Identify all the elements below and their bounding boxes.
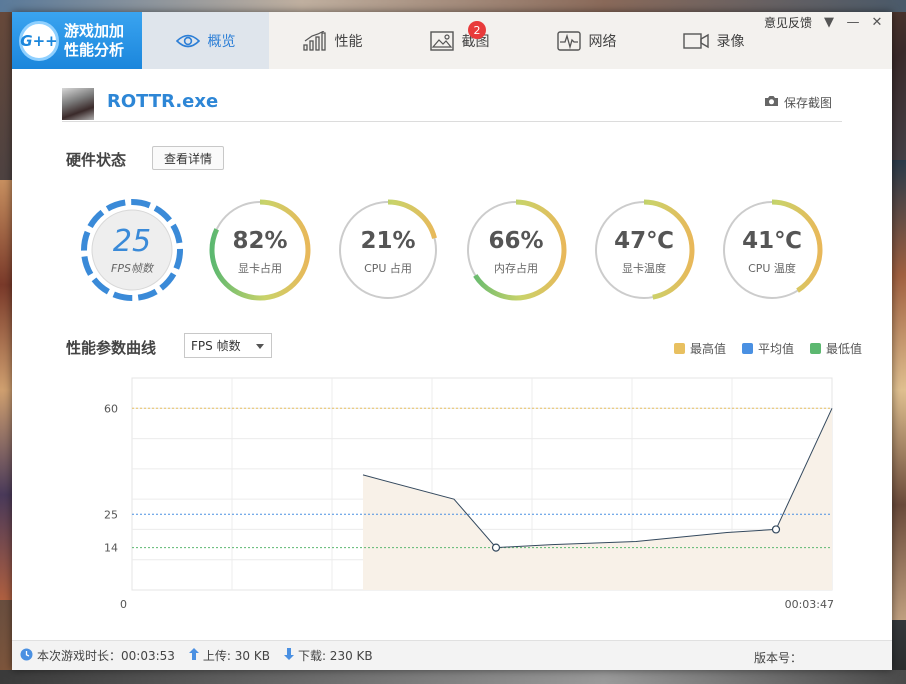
- gpu-temp-label: 显卡温度: [622, 262, 666, 275]
- legend-item-avg: 平均值: [741, 340, 794, 357]
- legend-label-max: 最高值: [689, 342, 726, 356]
- legend-label-avg: 平均值: [757, 342, 794, 356]
- desktop-backdrop-bottom: [0, 670, 906, 684]
- tab-screenshots[interactable]: 截图 2: [396, 12, 523, 69]
- legend-item-min: 最低值: [809, 340, 862, 357]
- cpu-temp-value: 41℃: [742, 228, 802, 254]
- image-icon: [429, 30, 454, 51]
- cpu-usage-label: CPU 占用: [364, 262, 412, 275]
- play-time: 本次游戏时长：00:03:53: [20, 647, 175, 664]
- logo-text: 游戏加加 性能分析: [64, 22, 140, 60]
- gpu-usage-value: 82%: [232, 228, 288, 254]
- download-stat: 下载: 230 KB: [283, 647, 373, 664]
- tab-network[interactable]: 网络: [523, 12, 650, 69]
- main-nav: 概览 性能 截图 2 网络 录像: [142, 12, 777, 69]
- download-label: 下载: 230 KB: [297, 649, 373, 663]
- y-tick-label: 25: [104, 508, 118, 521]
- pulse-icon: [556, 30, 581, 51]
- menu-dropdown-icon[interactable]: ▼: [822, 15, 836, 30]
- x-tick-label-start: 0: [120, 598, 127, 611]
- tab-recording-label: 录像: [716, 33, 745, 50]
- gpu-temp-gauge: 47℃ 显卡温度: [592, 198, 696, 302]
- gpu-usage-gauge: 82% 显卡占用: [208, 198, 312, 302]
- logo-line-1: 游戏加加: [64, 22, 125, 40]
- chart-legend: 最高值 平均值 最低值: [673, 340, 862, 357]
- app-window: G++ 游戏加加 性能分析 概览 性能 截图 2 网络 录像 意见反馈 ▼ — …: [12, 12, 892, 670]
- legend-swatch-avg: [741, 343, 753, 354]
- cpu-usage-gauge: 21% CPU 占用: [336, 198, 440, 302]
- memory-usage-value: 66%: [488, 228, 544, 254]
- metric-select-value: FPS 帧数: [191, 339, 241, 353]
- fps-chart: 14 25 60 0 00:03:47: [62, 370, 842, 620]
- status-bar: 本次游戏时长：00:03:53 上传: 30 KB 下载: 230 KB 版本号…: [12, 640, 892, 670]
- memory-usage-label: 内存占用: [494, 262, 538, 275]
- desktop-backdrop-top: [0, 0, 906, 12]
- clock-icon: [20, 648, 33, 664]
- desktop-backdrop-left: [0, 180, 12, 600]
- game-thumbnail: [62, 88, 94, 120]
- video-icon: [682, 32, 709, 50]
- chevron-down-icon: [256, 344, 264, 349]
- fps-label: FPS帧数: [111, 262, 153, 275]
- tab-overview[interactable]: 概览: [142, 12, 269, 69]
- performance-section-title: 性能参数曲线: [66, 339, 157, 357]
- data-point-marker: [491, 543, 501, 552]
- eye-icon: [175, 33, 200, 49]
- tab-overview-label: 概览: [207, 33, 236, 50]
- close-icon[interactable]: ✕: [870, 15, 884, 30]
- data-point-marker: [771, 525, 781, 534]
- legend-swatch-max: [673, 343, 685, 354]
- legend-label-min: 最低值: [825, 342, 862, 356]
- save-screenshot-label: 保存截图: [783, 96, 832, 110]
- memory-usage-gauge: 66% 内存占用: [464, 198, 568, 302]
- gpu-temp-value: 47℃: [614, 228, 674, 254]
- logo-line-2: 性能分析: [64, 41, 125, 59]
- feedback-link[interactable]: 意见反馈: [764, 14, 812, 31]
- tab-performance[interactable]: 性能: [269, 12, 396, 69]
- version-label: 版本号：: [753, 651, 802, 665]
- fps-gauge: 25 FPS帧数: [80, 198, 184, 302]
- desktop-backdrop-right: [892, 160, 906, 620]
- x-tick-label-end: 00:03:47: [785, 598, 834, 611]
- bar-chart-icon: [302, 30, 327, 51]
- upload-label: 上传: 30 KB: [202, 649, 270, 663]
- gpu-usage-label: 显卡占用: [238, 262, 282, 275]
- metric-select[interactable]: FPS 帧数: [184, 333, 272, 358]
- cpu-usage-value: 21%: [360, 228, 416, 254]
- tab-performance-label: 性能: [334, 33, 363, 50]
- app-header: G++ 游戏加加 性能分析 概览 性能 截图 2 网络 录像 意见反馈 ▼ — …: [12, 12, 892, 69]
- play-time-label: 本次游戏时长：00:03:53: [37, 649, 175, 663]
- save-screenshot-button[interactable]: 保存截图: [764, 94, 832, 111]
- legend-swatch-min: [809, 343, 821, 354]
- fps-chart-svg: 14 25 60 0 00:03:47: [104, 377, 834, 611]
- upload-stat: 上传: 30 KB: [188, 647, 270, 664]
- app-logo: G++ 游戏加加 性能分析: [12, 12, 142, 69]
- tab-recording[interactable]: 录像: [650, 12, 777, 69]
- download-arrow-icon: [283, 648, 294, 663]
- screenshot-count-badge: 2: [468, 21, 486, 39]
- y-tick-label: 14: [104, 542, 118, 555]
- tab-network-label: 网络: [588, 33, 617, 50]
- legend-item-max: 最高值: [673, 340, 726, 357]
- hardware-gauges: 25 FPS帧数 82% 显卡占用 21% CPU 占用 66% 内存占用 47…: [80, 198, 840, 302]
- upload-arrow-icon: [188, 648, 199, 663]
- game-name: ROTTR.exe: [107, 91, 219, 112]
- cpu-temp-gauge: 41℃ CPU 温度: [720, 198, 824, 302]
- fps-value: 25: [112, 224, 152, 259]
- game-title-row: ROTTR.exe 保存截图: [62, 86, 842, 122]
- y-tick-label: 60: [104, 402, 118, 415]
- logo-mark: G++: [19, 21, 59, 61]
- hardware-section-title: 硬件状态: [66, 151, 127, 169]
- cpu-temp-label: CPU 温度: [748, 262, 796, 275]
- view-details-button[interactable]: 查看详情: [152, 146, 224, 170]
- window-controls: 意见反馈 ▼ — ✕: [764, 14, 884, 31]
- minimize-icon[interactable]: —: [846, 15, 860, 30]
- camera-icon: [764, 95, 779, 110]
